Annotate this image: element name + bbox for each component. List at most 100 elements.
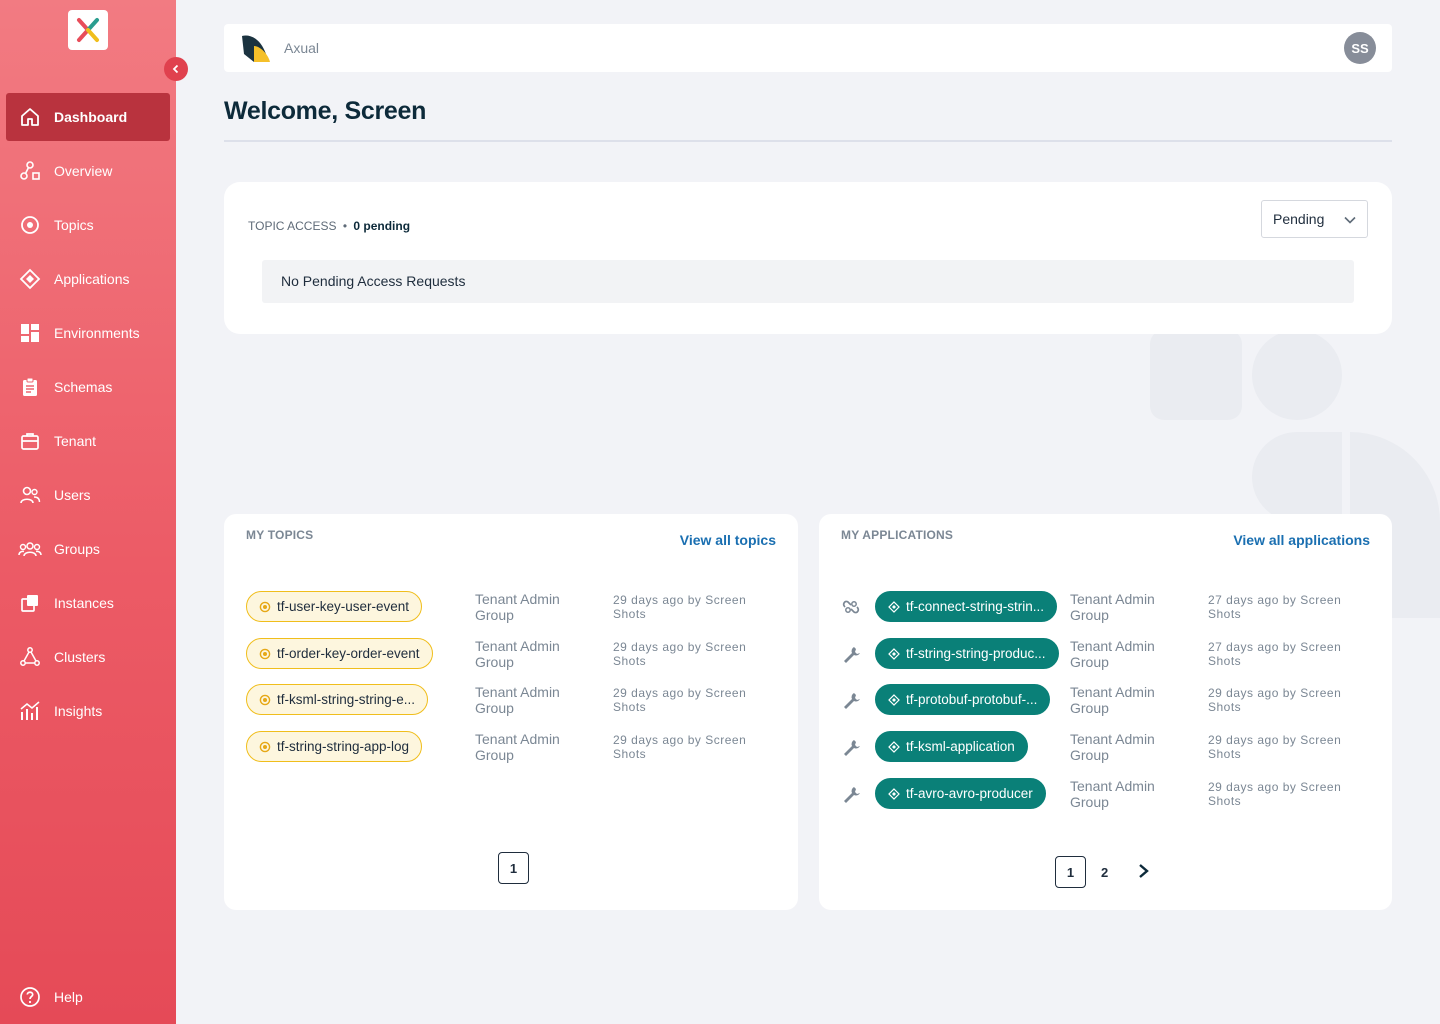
- separator: •: [342, 219, 348, 233]
- topic-icon: [18, 213, 42, 237]
- my-applications-card: MY APPLICATIONS View all applications tf…: [819, 514, 1392, 910]
- sidebar-item-label: Users: [54, 487, 91, 503]
- insights-icon: [18, 699, 42, 723]
- modified-info: 29 days ago by Screen Shots: [613, 733, 747, 761]
- sidebar-item-label: Clusters: [54, 649, 106, 665]
- chevron-right-icon: [1139, 864, 1149, 878]
- owner-group: Tenant Admin Group: [475, 731, 560, 763]
- topic-pill[interactable]: tf-user-key-user-event: [246, 591, 423, 622]
- sidebar-item-label: Help: [54, 989, 83, 1005]
- owner-group: Tenant Admin Group: [1070, 778, 1155, 810]
- modified-info: 27 days ago by Screen Shots: [1208, 593, 1342, 621]
- sidebar-item-applications[interactable]: Applications: [6, 255, 170, 303]
- status-filter-select[interactable]: Pending: [1261, 200, 1368, 238]
- topic-access-title: TOPIC ACCESS • 0 pending: [248, 219, 410, 233]
- sidebar-item-groups[interactable]: Groups: [6, 525, 170, 573]
- topic-pill[interactable]: tf-order-key-order-event: [246, 638, 433, 669]
- collapse-sidebar-button[interactable]: [164, 57, 188, 81]
- select-value: Pending: [1273, 211, 1325, 227]
- sidebar-item-environments[interactable]: Environments: [6, 309, 170, 357]
- topic-pill[interactable]: tf-ksml-string-string-e...: [246, 684, 429, 715]
- sidebar-item-overview[interactable]: Overview: [6, 147, 170, 195]
- background-decoration: [1150, 330, 1242, 420]
- tenant-logo-icon: [240, 32, 272, 64]
- sidebar-item-instances[interactable]: Instances: [6, 579, 170, 627]
- sidebar-item-label: Tenant: [54, 433, 97, 449]
- wrench-icon: [844, 740, 860, 756]
- list-item: tf-user-key-user-event Tenant Admin Grou…: [246, 591, 786, 631]
- application-pill[interactable]: tf-string-string-produc...: [875, 638, 1059, 669]
- home-icon: [18, 105, 42, 129]
- view-all-topics-link[interactable]: View all topics: [680, 532, 776, 548]
- modified-info: 29 days ago by Screen Shots: [613, 686, 747, 714]
- owner-group: Tenant Admin Group: [475, 638, 560, 670]
- sidebar-item-dashboard[interactable]: Dashboard: [6, 93, 170, 141]
- application-name: tf-string-string-produc...: [906, 646, 1046, 661]
- wrench-icon: [844, 647, 860, 663]
- sidebar-item-label: Overview: [54, 163, 113, 179]
- application-pill[interactable]: tf-avro-avro-producer: [875, 778, 1046, 809]
- application-name: tf-connect-string-strin...: [906, 599, 1045, 614]
- sidebar-item-label: Topics: [54, 217, 94, 233]
- sidebar-item-label: Applications: [54, 271, 130, 287]
- chevron-left-icon: [172, 64, 179, 74]
- application-pill[interactable]: tf-protobuf-protobuf-...: [875, 684, 1051, 715]
- modified-info: 29 days ago by Screen Shots: [1208, 733, 1342, 761]
- application-icon: [888, 694, 900, 706]
- my-topics-card: MY TOPICS View all topics tf-user-key-us…: [224, 514, 798, 910]
- owner-group: Tenant Admin Group: [1070, 684, 1155, 716]
- sidebar-item-schemas[interactable]: Schemas: [6, 363, 170, 411]
- section-title: TOPIC ACCESS: [248, 219, 337, 233]
- overview-icon: [18, 159, 42, 183]
- topic-name: tf-user-key-user-event: [277, 599, 410, 614]
- application-pill[interactable]: tf-ksml-application: [875, 731, 1028, 762]
- topic-pill[interactable]: tf-string-string-app-log: [246, 731, 423, 762]
- owner-group: Tenant Admin Group: [1070, 638, 1155, 670]
- groups-icon: [18, 537, 42, 561]
- topic-icon: [259, 601, 271, 613]
- topic-icon: [259, 694, 271, 706]
- list-item: tf-string-string-produc... Tenant Admin …: [841, 638, 1381, 678]
- card-title: MY APPLICATIONS: [841, 528, 954, 542]
- owner-group: Tenant Admin Group: [475, 684, 560, 716]
- sidebar-item-clusters[interactable]: Clusters: [6, 633, 170, 681]
- list-item: tf-connect-string-strin... Tenant Admin …: [841, 591, 1381, 631]
- sidebar-item-label: Dashboard: [54, 109, 128, 125]
- topic-icon: [259, 648, 271, 660]
- divider: [224, 140, 1392, 142]
- pagination-page-2[interactable]: 2: [1101, 865, 1108, 880]
- pagination-next-button[interactable]: [1137, 863, 1151, 882]
- application-icon: [888, 788, 900, 800]
- owner-group: Tenant Admin Group: [475, 591, 560, 623]
- sidebar-item-topics[interactable]: Topics: [6, 201, 170, 249]
- pending-count: 0 pending: [353, 219, 411, 233]
- application-pill[interactable]: tf-connect-string-strin...: [875, 591, 1058, 622]
- application-name: tf-ksml-application: [906, 739, 1015, 754]
- tenant-name: Axual: [284, 40, 320, 56]
- user-avatar[interactable]: SS: [1344, 32, 1376, 64]
- users-icon: [18, 483, 42, 507]
- sidebar-item-users[interactable]: Users: [6, 471, 170, 519]
- sidebar-item-label: Environments: [54, 325, 140, 341]
- owner-group: Tenant Admin Group: [1070, 591, 1155, 623]
- connector-icon: [842, 600, 860, 614]
- wrench-icon: [844, 787, 860, 803]
- topic-name: tf-order-key-order-event: [277, 646, 420, 661]
- environments-icon: [18, 321, 42, 345]
- clusters-icon: [18, 645, 42, 669]
- wrench-icon: [844, 693, 860, 709]
- card-title: MY TOPICS: [246, 528, 314, 542]
- empty-state-message: No Pending Access Requests: [262, 260, 1354, 303]
- app-logo[interactable]: [68, 10, 108, 50]
- application-name: tf-avro-avro-producer: [906, 786, 1033, 801]
- pagination-page-1[interactable]: 1: [1055, 856, 1086, 888]
- sidebar-item-tenant[interactable]: Tenant: [6, 417, 170, 465]
- list-item: tf-string-string-app-log Tenant Admin Gr…: [246, 731, 786, 771]
- view-all-applications-link[interactable]: View all applications: [1233, 532, 1370, 548]
- sidebar-item-help[interactable]: Help: [6, 973, 170, 1021]
- chevron-down-icon: [1344, 216, 1356, 224]
- list-item: tf-ksml-application Tenant Admin Group 2…: [841, 731, 1381, 771]
- pagination-page-1[interactable]: 1: [498, 852, 529, 884]
- modified-info: 29 days ago by Screen Shots: [613, 593, 747, 621]
- sidebar-item-insights[interactable]: Insights: [6, 687, 170, 735]
